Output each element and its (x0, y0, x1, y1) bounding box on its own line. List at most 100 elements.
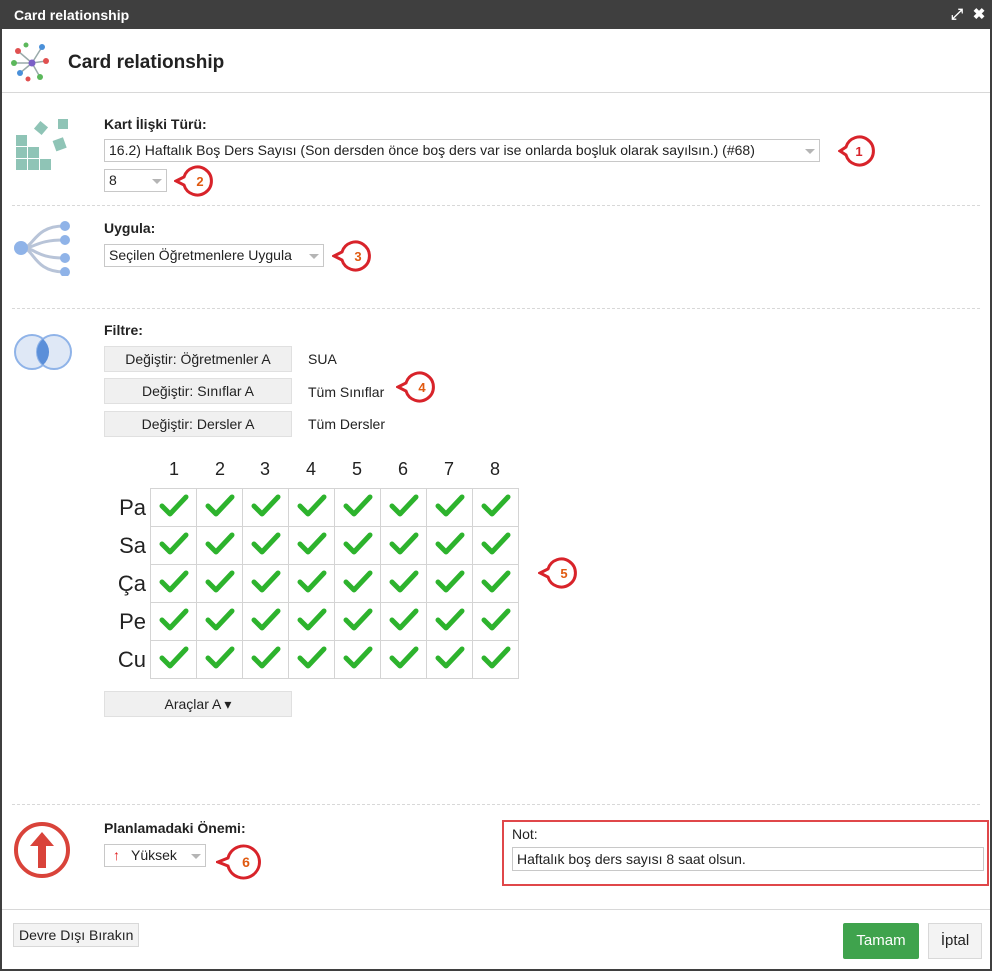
note-input[interactable]: Haftalık boş ders sayısı 8 saat olsun. (512, 847, 984, 871)
grid-row (150, 640, 519, 679)
grid-cell[interactable] (242, 488, 289, 527)
relation-value-select[interactable]: 8 (104, 169, 167, 192)
column-header: 7 (443, 459, 454, 479)
grid-cell[interactable] (472, 564, 519, 603)
venn-filter-icon (14, 334, 72, 370)
cancel-button[interactable]: İptal (928, 923, 982, 959)
grid-cell[interactable] (426, 602, 473, 641)
checkmark-icon (159, 494, 189, 522)
grid-cell[interactable] (334, 640, 381, 679)
grid-cell[interactable] (380, 640, 427, 679)
grid-cell[interactable] (288, 602, 335, 641)
filter-label: Filtre: (104, 322, 143, 338)
grid-cell[interactable] (150, 640, 197, 679)
importance-label: Planlamadaki Önemi: (104, 820, 246, 836)
grid-cell[interactable] (242, 564, 289, 603)
grid-cell[interactable] (196, 488, 243, 527)
checkmark-icon (343, 646, 373, 674)
checkmark-icon (159, 646, 189, 674)
importance-selected: Yüksek (131, 847, 177, 863)
checkmark-icon (251, 608, 281, 636)
grid-cell[interactable] (196, 564, 243, 603)
grid-cell[interactable] (472, 602, 519, 641)
change-subjects-button[interactable]: Değiştir: Dersler A (104, 411, 292, 437)
grid-cell[interactable] (150, 526, 197, 565)
disable-button[interactable]: Devre Dışı Bırakın (13, 923, 140, 947)
grid-cell[interactable] (150, 564, 197, 603)
classes-filter-value: Tüm Sınıflar (308, 384, 385, 400)
callout-badge-3: 3 (332, 240, 371, 272)
checkmark-icon (251, 494, 281, 522)
checkmark-icon (481, 532, 511, 560)
chevron-down-icon (191, 854, 201, 859)
apply-selected: Seçilen Öğretmenlere Uygula (109, 247, 292, 263)
grid-cell[interactable] (426, 526, 473, 565)
grid-cell[interactable] (334, 488, 381, 527)
grid-cell[interactable] (426, 488, 473, 527)
column-header: 5 (351, 459, 362, 479)
column-header: 8 (489, 459, 500, 479)
grid-cell[interactable] (334, 564, 381, 603)
grid-cell[interactable] (288, 526, 335, 565)
grid-cell[interactable] (472, 640, 519, 679)
callout-badge-2: 2 (174, 165, 213, 197)
checkmark-icon (251, 570, 281, 598)
maximize-icon[interactable]: ⤢ (948, 5, 966, 25)
checkmark-icon (343, 608, 373, 636)
branch-tree-icon (14, 221, 70, 276)
grid-cell[interactable] (242, 526, 289, 565)
grid-cell[interactable] (426, 564, 473, 603)
grid-cell[interactable] (196, 602, 243, 641)
svg-text:1: 1 (855, 144, 862, 159)
grid-cell[interactable] (288, 564, 335, 603)
blocks-icon (16, 119, 68, 170)
grid-cell[interactable] (380, 526, 427, 565)
title-bar: Card relationship ⤢ ✖ (2, 2, 990, 29)
checkmark-icon (205, 608, 235, 636)
grid-cell[interactable] (288, 640, 335, 679)
grid-cell[interactable] (334, 526, 381, 565)
close-icon[interactable]: ✖ (970, 5, 988, 25)
checkmark-icon (205, 646, 235, 674)
checkmark-icon (435, 646, 465, 674)
grid-cell[interactable] (288, 488, 335, 527)
grid-cell[interactable] (426, 640, 473, 679)
column-header: 4 (305, 459, 316, 479)
importance-select[interactable]: ↑ Yüksek (104, 844, 206, 867)
grid-cell[interactable] (380, 564, 427, 603)
grid-cell[interactable] (472, 488, 519, 527)
grid-cell[interactable] (196, 640, 243, 679)
grid-cell[interactable] (380, 488, 427, 527)
checkmark-icon (435, 494, 465, 522)
column-header: 6 (397, 459, 408, 479)
dialog-header: Card relationship (2, 29, 990, 93)
svg-text:4: 4 (418, 380, 426, 395)
checkmark-icon (481, 608, 511, 636)
relationship-network-icon (11, 42, 49, 82)
teachers-filter-value: SUA (308, 351, 337, 367)
ok-button[interactable]: Tamam (843, 923, 919, 959)
grid-cell[interactable] (242, 640, 289, 679)
column-header: 2 (214, 459, 225, 479)
grid-cell[interactable] (150, 602, 197, 641)
tools-menu-button[interactable]: Araçlar A ▾ (104, 691, 292, 717)
change-teachers-button[interactable]: Değiştir: Öğretmenler A (104, 346, 292, 372)
grid-cell[interactable] (472, 526, 519, 565)
time-grid (150, 488, 519, 679)
grid-cell[interactable] (196, 526, 243, 565)
callout-badge-5: 5 (538, 557, 577, 589)
checkmark-icon (435, 570, 465, 598)
grid-cell[interactable] (334, 602, 381, 641)
apply-select[interactable]: Seçilen Öğretmenlere Uygula (104, 244, 324, 267)
grid-cell[interactable] (150, 488, 197, 527)
checkmark-icon (481, 570, 511, 598)
grid-cell[interactable] (380, 602, 427, 641)
change-classes-button[interactable]: Değiştir: Sınıflar A (104, 378, 292, 404)
divider (12, 804, 980, 805)
relation-type-select[interactable]: 16.2) Haftalık Boş Ders Sayısı (Son ders… (104, 139, 820, 162)
grid-cell[interactable] (242, 602, 289, 641)
page-title: Card relationship (68, 52, 225, 73)
checkmark-icon (297, 494, 327, 522)
checkmark-icon (343, 532, 373, 560)
checkmark-icon (159, 570, 189, 598)
